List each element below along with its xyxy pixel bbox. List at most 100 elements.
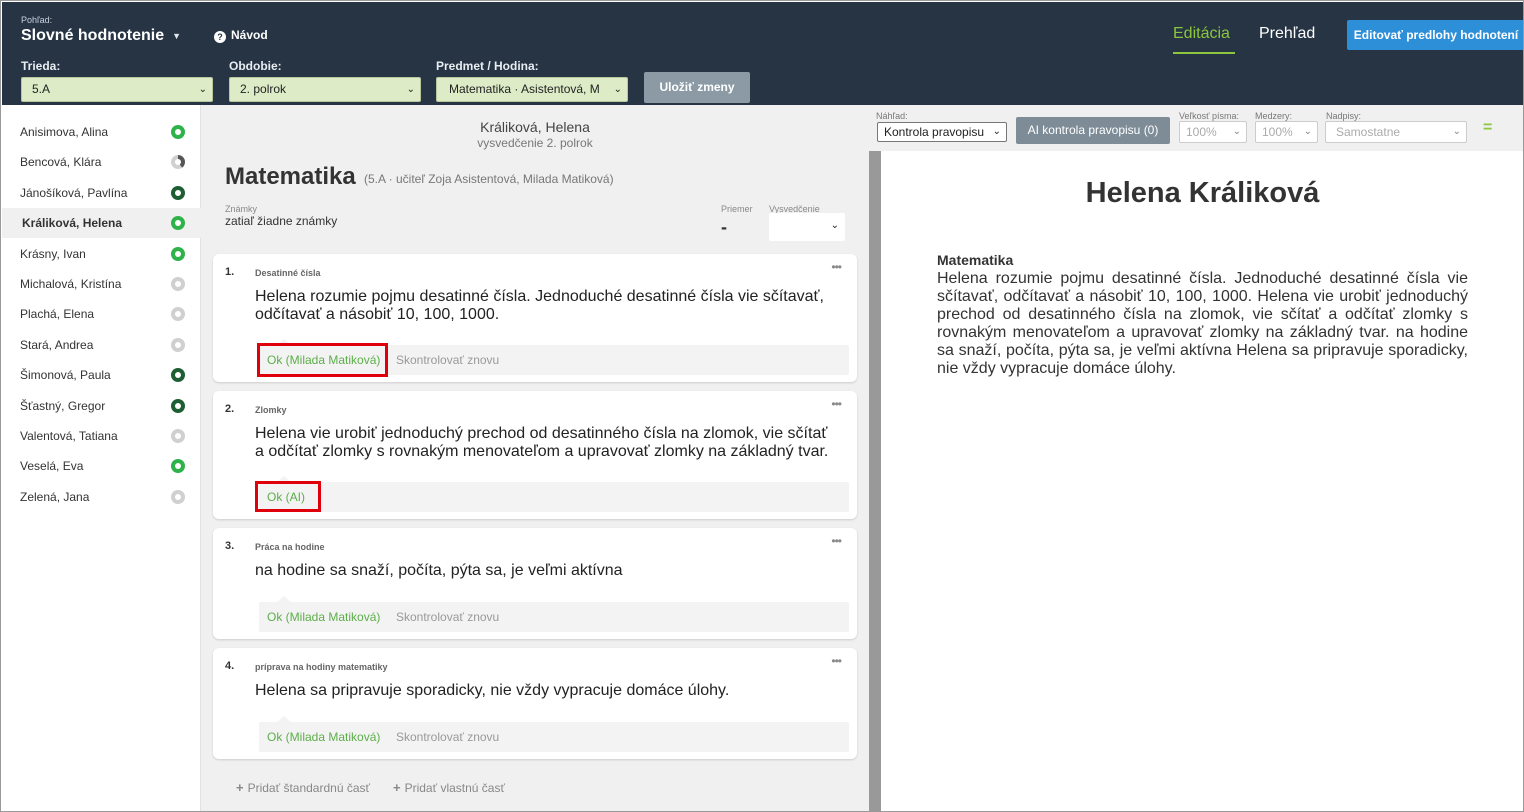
average-value: - <box>721 217 727 237</box>
student-item[interactable]: Valentová, Tatiana <box>2 421 201 451</box>
student-item[interactable]: Krásny, Ivan <box>2 239 201 269</box>
check-status-bar: Ok (AI) <box>259 476 849 512</box>
evaluation-card[interactable]: 3. Práca na hodine ••• na hodine sa snaž… <box>213 528 857 639</box>
card-text[interactable]: Helena sa pripravuje sporadicky, nie vžd… <box>255 682 835 700</box>
report-subheading: vysvedčenie 2. polrok <box>477 136 593 150</box>
student-item[interactable]: Veselá, Eva <box>2 451 201 481</box>
font-size-value: 100% <box>1186 125 1217 139</box>
student-item[interactable]: Anisimova, Alina <box>2 117 201 147</box>
class-select[interactable]: 5.A ⌄ <box>21 77 213 102</box>
ai-spellcheck-button[interactable]: AI kontrola pravopisu (0) <box>1016 117 1170 144</box>
more-options-icon[interactable]: ••• <box>831 654 842 668</box>
ok-status: Ok (Milada Matiková) <box>267 610 381 624</box>
card-number: 2. <box>225 403 235 415</box>
card-number: 1. <box>225 266 235 278</box>
question-icon: ? <box>214 31 226 43</box>
recheck-button[interactable]: Skontrolovať znovu <box>396 353 499 367</box>
student-name: Stará, Andrea <box>20 338 94 352</box>
period-select[interactable]: 2. polrok ⌄ <box>229 77 421 102</box>
preview-student-name: Helena Králiková <box>1085 177 1320 209</box>
recheck-button[interactable]: Skontrolovať znovu <box>396 730 499 744</box>
card-number: 3. <box>225 540 235 552</box>
student-name: Šimonová, Paula <box>20 368 111 382</box>
add-standard-section-button[interactable]: + Pridať štandardnú časť <box>236 780 370 795</box>
status-dot-icon <box>171 368 185 382</box>
status-dot-icon <box>171 490 185 504</box>
equals-icon[interactable]: = <box>1483 119 1492 137</box>
edit-templates-button[interactable]: Editovať predlohy hodnotení <box>1347 20 1523 50</box>
period-label: Obdobie: <box>229 59 282 73</box>
student-item[interactable]: Stará, Andrea <box>2 330 201 360</box>
card-text[interactable]: na hodine sa snaží, počíta, pýta sa, je … <box>255 562 835 580</box>
student-name: Jánošíková, Pavlína <box>20 186 128 200</box>
student-item-active[interactable]: Králiková, Helena <box>2 208 201 238</box>
evaluation-card[interactable]: 4. príprava na hodiny matematiky ••• Hel… <box>213 648 857 759</box>
font-size-select[interactable]: 100% ⌄ <box>1179 121 1247 143</box>
certificate-grade-select[interactable]: ⌄ <box>769 213 845 241</box>
save-button[interactable]: Uložiť zmeny <box>644 72 750 103</box>
app-window: Pohľad: Slovné hodnotenie ▼ ? Návod Editác… <box>0 0 1524 812</box>
spacing-select[interactable]: 100% ⌄ <box>1255 121 1318 143</box>
preview-toolbar: Náhľad: Kontrola pravopisu ⌄ AI kontrola … <box>869 105 1523 151</box>
active-tab-indicator <box>1173 52 1235 54</box>
preview-subject: Matematika <box>937 252 1014 268</box>
student-item[interactable]: Zelená, Jana <box>2 482 201 512</box>
student-item[interactable]: Michalová, Kristína <box>2 269 201 299</box>
subject-title: Matematika <box>225 163 356 190</box>
tab-edit[interactable]: Editácia <box>1173 25 1230 43</box>
view-label: Pohľad: <box>21 15 53 25</box>
grades-value: zatiaľ žiadne známky <box>225 214 338 228</box>
recheck-button[interactable]: Skontrolovať znovu <box>396 610 499 624</box>
panel-divider[interactable] <box>869 151 881 811</box>
preview-text: Helena rozumie pojmu desatinné čísla. Je… <box>937 270 1468 377</box>
card-title: príprava na hodiny matematiky <box>255 662 388 672</box>
preview-label: Náhľad: <box>876 111 908 121</box>
status-dot-icon <box>171 277 185 291</box>
subject-select[interactable]: Matematika · Asistentová, M ⌄ <box>436 77 628 102</box>
student-item[interactable]: Bencová, Klára <box>2 147 201 177</box>
highlight-box <box>255 481 321 512</box>
preview-mode-value: Kontrola pravopisu <box>884 125 985 139</box>
card-title: Desatinné čísla <box>255 268 321 278</box>
more-options-icon[interactable]: ••• <box>831 534 842 548</box>
help-label: Návod <box>231 28 268 42</box>
student-name: Šťastný, Gregor <box>20 399 106 413</box>
card-text[interactable]: Helena rozumie pojmu desatinné čísla. Je… <box>255 288 835 324</box>
chevron-down-icon: ⌄ <box>1452 126 1461 137</box>
student-item[interactable]: Šimonová, Paula <box>2 360 201 390</box>
more-options-icon[interactable]: ••• <box>831 397 842 411</box>
add-custom-label: Pridať vlastnú časť <box>404 781 505 795</box>
student-item[interactable]: Jánošíková, Pavlína <box>2 178 201 208</box>
chevron-down-icon: ⌄ <box>406 84 415 95</box>
period-value: 2. polrok <box>240 82 287 96</box>
student-name: Bencová, Klára <box>20 155 102 169</box>
card-number: 4. <box>225 660 235 672</box>
view-switcher[interactable]: Slovné hodnotenie ▼ <box>21 27 181 45</box>
status-dot-icon <box>171 338 185 352</box>
student-item[interactable]: Plachá, Elena <box>2 299 201 329</box>
status-dot-icon <box>171 125 185 139</box>
subject-label: Predmet / Hodina: <box>436 59 539 73</box>
student-name: Plachá, Elena <box>20 307 95 321</box>
view-title: Slovné hodnotenie <box>21 27 165 44</box>
spacing-label: Medzery: <box>1255 111 1293 121</box>
student-name: Králiková, Helena <box>22 216 123 230</box>
subject-meta: (5.A · učiteľ Zoja Asistentová, Milada M… <box>364 172 614 186</box>
more-options-icon[interactable]: ••• <box>831 260 842 274</box>
preview-mode-select[interactable]: Kontrola pravopisu ⌄ <box>877 122 1007 142</box>
chevron-down-icon: ⌄ <box>1232 126 1241 137</box>
subject-value: Matematika · Asistentová, M <box>449 82 600 96</box>
card-text[interactable]: Helena vie urobiť jednoduchý prechod od … <box>255 425 835 461</box>
student-name: Anisimova, Alina <box>20 125 109 139</box>
plus-icon: + <box>236 780 244 795</box>
card-title: Práca na hodine <box>255 542 325 552</box>
student-name: Valentová, Tatiana <box>20 429 118 443</box>
student-item[interactable]: Šťastný, Gregor <box>2 391 201 421</box>
chevron-down-icon: ⌄ <box>198 84 207 95</box>
tab-overview[interactable]: Prehľad <box>1259 25 1315 43</box>
student-list: Anisimova, Alina Bencová, Klára Jánošíko… <box>2 105 201 811</box>
headings-select[interactable]: Samostatne ⌄ <box>1325 121 1467 143</box>
add-custom-section-button[interactable]: + Pridať vlastnú časť <box>393 780 505 795</box>
help-link[interactable]: ? Návod <box>214 28 268 43</box>
evaluation-editor: Králiková, Helena vysvedčenie 2. polrok … <box>201 105 869 811</box>
